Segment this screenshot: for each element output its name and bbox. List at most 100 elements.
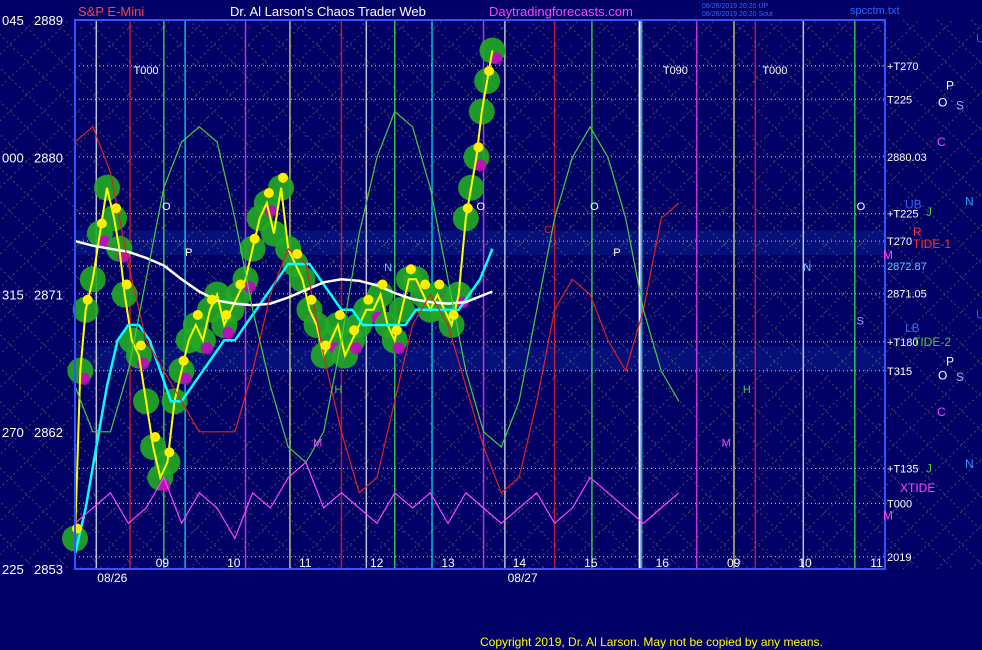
grid-dot <box>514 153 516 155</box>
grid-dot <box>486 171 488 173</box>
grid-dot <box>780 405 782 407</box>
grid-dot <box>668 333 670 335</box>
grid-dot <box>738 135 740 137</box>
grid-dot <box>766 189 768 191</box>
grid-dot <box>94 153 96 155</box>
plot-letter-11: H <box>743 384 751 396</box>
grid-dot <box>556 153 558 155</box>
grid-dot <box>332 81 334 83</box>
grid-dot <box>626 423 628 425</box>
side-marker-9: TIDE-1 <box>913 237 951 251</box>
grid-dot <box>864 243 866 245</box>
grid-dot <box>500 207 502 209</box>
grid-dot <box>752 189 754 191</box>
grid-dot <box>318 549 320 551</box>
grid-dot <box>192 477 194 479</box>
grid-dot <box>108 405 110 407</box>
grid-dot <box>318 477 320 479</box>
price-dot <box>391 325 402 336</box>
grid-dot <box>864 153 866 155</box>
grid-dot <box>738 27 740 29</box>
grid-dot <box>612 99 614 101</box>
grid-dot <box>766 513 768 515</box>
grid-dot <box>262 315 264 317</box>
grid-dot <box>612 333 614 335</box>
grid-dot <box>864 441 866 443</box>
grid-dot <box>500 297 502 299</box>
grid-dot <box>724 207 726 209</box>
grid-dot <box>780 513 782 515</box>
magenta-blob <box>392 342 405 355</box>
price-dot <box>320 340 331 351</box>
grid-dot <box>556 333 558 335</box>
grid-dot <box>514 297 516 299</box>
grid-dot <box>556 387 558 389</box>
grid-dot <box>500 189 502 191</box>
grid-dot <box>458 45 460 47</box>
grid-dot <box>360 81 362 83</box>
grid-dot <box>472 459 474 461</box>
grid-dot <box>528 99 530 101</box>
grid-dot <box>626 513 628 515</box>
grid-dot <box>136 441 138 443</box>
grid-dot <box>850 27 852 29</box>
grid-dot <box>752 135 754 137</box>
grid-dot <box>234 117 236 119</box>
grid-dot <box>416 27 418 29</box>
grid-dot <box>822 243 824 245</box>
grid-dot <box>542 513 544 515</box>
grid-dot <box>570 531 572 533</box>
grid-dot <box>836 441 838 443</box>
grid-dot <box>374 351 376 353</box>
grid-dot <box>206 153 208 155</box>
grid-dot <box>528 135 530 137</box>
grid-dot <box>192 135 194 137</box>
grid-dot <box>570 351 572 353</box>
grid-dot <box>794 81 796 83</box>
grid-dot <box>878 441 880 443</box>
grid-dot <box>514 135 516 137</box>
grid-dot <box>626 531 628 533</box>
grid-dot <box>850 387 852 389</box>
grid-dot <box>612 441 614 443</box>
side-marker-0: U <box>976 31 982 45</box>
grid-dot <box>794 333 796 335</box>
grid-dot <box>654 459 656 461</box>
hour-tick-2: 11 <box>299 556 312 570</box>
grid-dot <box>612 63 614 65</box>
grid-dot <box>598 297 600 299</box>
site-link[interactable]: Daytradingforecasts.com <box>489 4 633 19</box>
grid-dot <box>542 495 544 497</box>
grid-dot <box>486 351 488 353</box>
grid-dot <box>570 45 572 47</box>
grid-dot <box>822 405 824 407</box>
grid-dot <box>738 495 740 497</box>
grid-dot <box>794 495 796 497</box>
grid-dot <box>262 549 264 551</box>
grid-dot <box>836 477 838 479</box>
grid-dot <box>416 153 418 155</box>
grid-dot <box>626 297 628 299</box>
grid-dot <box>710 387 712 389</box>
grid-dot <box>584 477 586 479</box>
grid-dot <box>514 423 516 425</box>
date-label-1: 08/27 <box>508 571 538 585</box>
grid-dot <box>626 315 628 317</box>
grid-dot <box>136 153 138 155</box>
grid-dot <box>472 135 474 137</box>
grid-dot <box>248 153 250 155</box>
grid-dot <box>612 45 614 47</box>
grid-dot <box>374 117 376 119</box>
grid-dot <box>878 171 880 173</box>
grid-dot <box>444 117 446 119</box>
grid-dot <box>766 27 768 29</box>
grid-dot <box>374 81 376 83</box>
grid-dot <box>850 261 852 263</box>
grid-dot <box>654 315 656 317</box>
grid-dot <box>710 549 712 551</box>
grid-dot <box>388 45 390 47</box>
grid-dot <box>822 207 824 209</box>
grid-dot <box>780 117 782 119</box>
grid-dot <box>192 153 194 155</box>
grid-dot <box>262 441 264 443</box>
